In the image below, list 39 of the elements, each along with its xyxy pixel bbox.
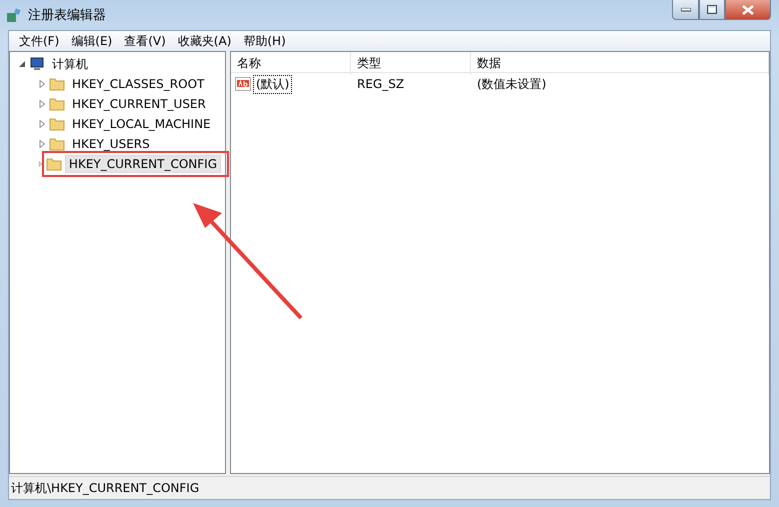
close-button[interactable] — [725, 0, 771, 20]
expand-triangle-icon[interactable] — [38, 80, 46, 88]
close-icon — [742, 4, 754, 14]
tree-item[interactable]: HKEY_CLASSES_ROOT — [68, 75, 208, 93]
column-header[interactable]: 数据 — [471, 52, 769, 75]
minimize-icon — [680, 8, 690, 12]
minimize-button[interactable] — [672, 0, 699, 20]
folder-icon — [49, 137, 65, 151]
menu-item[interactable]: 帮助(H) — [237, 32, 292, 50]
folder-icon — [49, 117, 65, 131]
folder-icon — [49, 97, 65, 111]
tree-item[interactable]: 计算机 — [48, 54, 92, 74]
expand-triangle-icon[interactable] — [38, 100, 46, 108]
value-type: REG_SZ — [356, 77, 406, 91]
string-value-icon — [235, 77, 251, 91]
menu-item[interactable]: 收藏夹(A) — [172, 32, 238, 50]
tree-item[interactable]: HKEY_CURRENT_CONFIG — [64, 155, 221, 173]
menu-item[interactable]: 编辑(E) — [65, 32, 118, 50]
expand-triangle-icon[interactable] — [38, 160, 43, 168]
tree-item[interactable]: HKEY_CURRENT_USER — [68, 95, 210, 113]
tree-item[interactable]: HKEY_USERS — [68, 135, 154, 153]
collapse-triangle-icon[interactable] — [18, 60, 26, 68]
value-name[interactable]: (默认) — [253, 74, 292, 94]
maximize-icon — [707, 5, 717, 14]
expand-triangle-icon[interactable] — [38, 120, 46, 128]
menu-item[interactable]: 查看(V) — [118, 32, 172, 50]
expand-triangle-icon[interactable] — [38, 140, 46, 148]
status-path: 计算机\HKEY_CURRENT_CONFIG — [11, 480, 200, 496]
menu-item[interactable]: 文件(F) — [13, 32, 66, 50]
maximize-button[interactable] — [699, 0, 725, 20]
tree-item[interactable]: HKEY_LOCAL_MACHINE — [68, 115, 215, 133]
folder-icon — [49, 77, 65, 91]
column-header[interactable]: 名称 — [231, 52, 351, 75]
registry-cubes-icon — [6, 7, 22, 23]
value-data: (数值未设置) — [476, 76, 548, 92]
column-header[interactable]: 类型 — [351, 52, 471, 75]
folder-icon — [46, 157, 62, 171]
window-title: 注册表编辑器 — [28, 7, 106, 24]
computer-icon — [29, 57, 45, 71]
